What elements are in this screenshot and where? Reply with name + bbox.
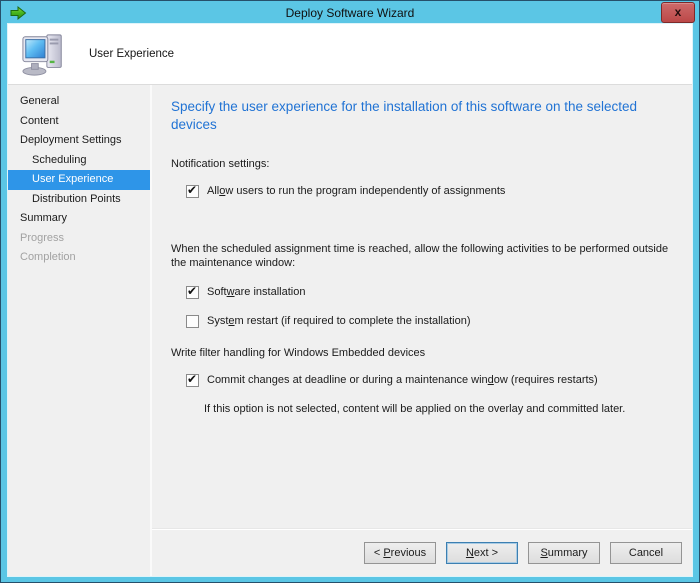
- system-restart-checkbox[interactable]: [186, 315, 199, 328]
- checkbox-row-system-restart[interactable]: System restart (if required to complete …: [186, 315, 672, 328]
- allow-users-label[interactable]: Allow users to run the program independe…: [207, 185, 505, 198]
- software-installation-label[interactable]: Software installation: [207, 286, 305, 299]
- sidebar-item-distribution-points[interactable]: Distribution Points: [8, 190, 150, 210]
- sidebar-item-summary[interactable]: Summary: [8, 209, 150, 229]
- system-restart-label[interactable]: System restart (if required to complete …: [207, 315, 471, 328]
- checkbox-row-software-installation[interactable]: Software installation: [186, 286, 672, 299]
- software-installation-checkbox[interactable]: [186, 286, 199, 299]
- cancel-button[interactable]: Cancel: [610, 542, 682, 564]
- title-bar: Deploy Software Wizard x: [8, 1, 692, 24]
- summary-button[interactable]: Summary: [528, 542, 600, 564]
- sidebar-item-deployment-settings[interactable]: Deployment Settings: [8, 131, 150, 151]
- deploy-software-wizard-window: Deploy Software Wizard x: [0, 0, 700, 583]
- previous-button[interactable]: < Previous: [364, 542, 436, 564]
- commit-changes-label[interactable]: Commit changes at deadline or during a m…: [207, 374, 598, 387]
- sidebar-item-content[interactable]: Content: [8, 112, 150, 132]
- window-title: Deploy Software Wizard: [8, 1, 692, 24]
- wizard-header: User Experience: [8, 24, 692, 85]
- notification-settings-label: Notification settings:: [171, 158, 672, 170]
- page-title: User Experience: [89, 48, 174, 60]
- main-column: Specify the user experience for the inst…: [152, 85, 692, 576]
- sidebar-item-progress: Progress: [8, 229, 150, 249]
- write-filter-label: Write filter handling for Windows Embedd…: [171, 347, 672, 359]
- sidebar-item-completion: Completion: [8, 248, 150, 268]
- sidebar-item-scheduling[interactable]: Scheduling: [8, 151, 150, 171]
- next-button[interactable]: Next >: [446, 542, 518, 564]
- sidebar-item-general[interactable]: General: [8, 92, 150, 112]
- commit-changes-checkbox[interactable]: [186, 374, 199, 387]
- sidebar: General Content Deployment Settings Sche…: [8, 85, 150, 576]
- checkbox-row-allow-users[interactable]: Allow users to run the program independe…: [186, 185, 672, 198]
- content-panel: Specify the user experience for the inst…: [152, 85, 692, 529]
- sidebar-item-user-experience[interactable]: User Experience: [8, 170, 150, 190]
- wizard-frame: User Experience General Content Deployme…: [8, 24, 692, 576]
- checkbox-row-commit-changes[interactable]: Commit changes at deadline or during a m…: [186, 374, 672, 387]
- computer-icon: [21, 31, 67, 77]
- close-button[interactable]: x: [661, 2, 695, 23]
- wizard-body: General Content Deployment Settings Sche…: [8, 85, 692, 576]
- allow-users-checkbox[interactable]: [186, 185, 199, 198]
- page-heading: Specify the user experience for the inst…: [171, 98, 672, 134]
- maintenance-window-text: When the scheduled assignment time is re…: [171, 242, 672, 271]
- button-bar: < Previous Next > Summary Cancel: [152, 529, 692, 576]
- commit-note: If this option is not selected, content …: [204, 403, 672, 415]
